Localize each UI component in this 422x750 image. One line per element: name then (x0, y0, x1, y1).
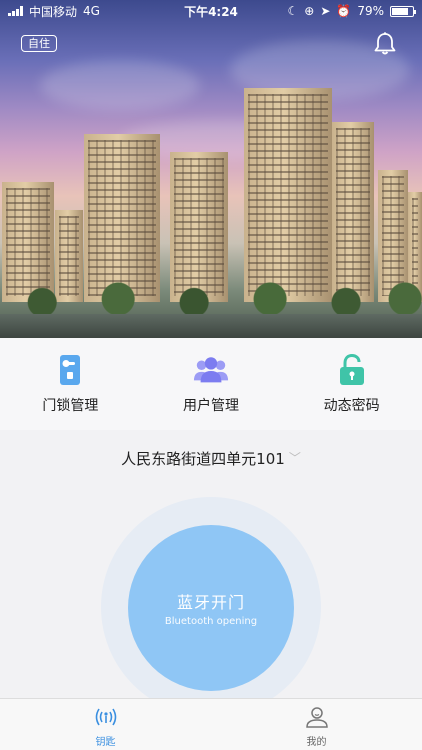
tab-profile[interactable]: 我的 (211, 699, 422, 750)
orientation-lock-icon: ⊕ (304, 4, 315, 18)
hero-banner-image (0, 0, 422, 338)
alarm-icon: ⏰ (336, 4, 352, 18)
tab-keys[interactable]: 钥匙 (0, 699, 211, 750)
feature-user-management-label: 用户管理 (183, 398, 239, 414)
feature-dynamic-password[interactable]: 动态密码 (281, 338, 422, 430)
feature-dynamic-password-label: 动态密码 (323, 398, 380, 414)
padlock-icon (334, 353, 370, 387)
feature-user-management[interactable]: 用户管理 (141, 338, 282, 430)
battery-icon (390, 5, 416, 17)
profile-icon (304, 705, 330, 729)
bluetooth-open-sublabel: Bluetooth opening (164, 616, 258, 627)
key-signal-icon (93, 705, 119, 729)
feature-door-lock-label: 门锁管理 (42, 398, 99, 414)
location-icon: ➤ (320, 4, 331, 18)
bell-icon[interactable] (372, 31, 398, 57)
address-text: 人民东路街道四单元101 (121, 450, 285, 468)
door-lock-icon (52, 353, 88, 387)
residence-type-tag[interactable]: 自住 (21, 35, 57, 52)
tab-bar: 钥匙 我的 (0, 698, 422, 750)
battery-percent: 79% (357, 4, 384, 18)
chevron-down-icon: ﹀ (288, 451, 301, 465)
network-label: 4G (83, 4, 100, 18)
tab-profile-label: 我的 (306, 737, 327, 748)
tab-keys-label: 钥匙 (95, 737, 116, 748)
signal-icon (8, 6, 23, 16)
bluetooth-open-label: 蓝牙开门 (176, 593, 245, 612)
status-bar: 中国移动 4G 下午4:24 ☾ ⊕ ➤ ⏰ 79% (0, 0, 422, 22)
feature-door-lock[interactable]: 门锁管理 (0, 338, 141, 430)
carrier-label: 中国移动 (29, 4, 78, 19)
moon-icon: ☾ (287, 4, 299, 18)
feature-row: 门锁管理 用户管理 动态密码 (0, 338, 422, 430)
bluetooth-open-button[interactable]: 蓝牙开门 Bluetooth opening (128, 525, 294, 691)
users-icon (193, 353, 229, 387)
address-selector[interactable]: 人民东路街道四单元101 ﹀ (0, 448, 422, 469)
